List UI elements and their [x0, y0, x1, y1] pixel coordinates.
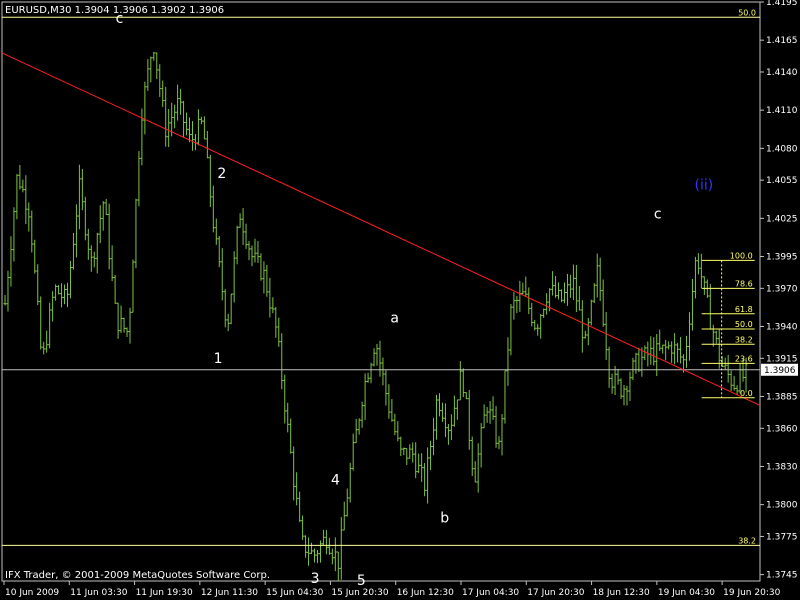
y-tick-label: 1.4025 — [766, 214, 798, 224]
x-tick-label: 15 Jun 20:30 — [331, 588, 388, 598]
x-tick-label: 19 Jun 20:30 — [723, 588, 780, 598]
y-tick-label: 1.3830 — [766, 462, 798, 472]
fib-retracement-label: 38.2 — [735, 335, 753, 344]
y-tick-label: 1.4055 — [766, 176, 798, 186]
wave-label: (ii) — [695, 177, 714, 193]
fib-level-label: 50.0 — [738, 8, 756, 17]
copyright-text: IFX Trader, © 2001-2009 MetaQuotes Softw… — [5, 570, 270, 581]
y-tick-label: 1.3885 — [766, 392, 798, 402]
y-tick-label: 1.3745 — [766, 571, 798, 581]
fib-level-label: 38.2 — [738, 536, 756, 545]
y-tick-label: 1.3860 — [766, 424, 798, 434]
fib-retracement-label: 23.6 — [735, 354, 753, 363]
y-tick-label: 1.4080 — [766, 144, 798, 154]
wave-label: 1 — [214, 351, 223, 367]
fib-retracement-label: 50.0 — [735, 320, 753, 329]
y-tick-label: 1.3970 — [766, 284, 798, 294]
x-tick-label: 12 Jun 11:30 — [201, 588, 258, 598]
wave-label: 3 — [311, 571, 320, 587]
y-tick-label: 1.3995 — [766, 253, 798, 263]
x-tick-label: 18 Jun 12:30 — [593, 588, 650, 598]
x-tick-label: 11 Jun 19:30 — [136, 588, 193, 598]
x-tick-label: 17 Jun 20:30 — [527, 588, 584, 598]
x-tick-label: 16 Jun 12:30 — [397, 588, 454, 598]
wave-label: 5 — [357, 573, 366, 589]
current-price-label: 1.3906 — [764, 366, 796, 376]
fib-retracement-label: 61.8 — [735, 305, 753, 314]
y-tick-label: 1.3775 — [766, 532, 798, 542]
y-tick-label: 1.4195 — [766, 0, 798, 8]
price-chart[interactable]: 1.4195 1.4165 1.4140 1.4110 1.4080 1.4055 1.40… — [0, 0, 800, 600]
x-tick-label: 11 Jun 03:30 — [70, 588, 127, 598]
chart-header: EURUSD,M30 1.3904 1.3906 1.3902 1.3906 — [5, 5, 224, 16]
wave-label: a — [390, 311, 399, 327]
y-tick-label: 1.4165 — [766, 36, 798, 46]
wave-label: 2 — [217, 166, 226, 182]
wave-label: 4 — [331, 473, 340, 489]
fib-retracement-label: 78.6 — [735, 279, 753, 288]
y-tick-label: 1.3940 — [766, 322, 798, 332]
y-tick-label: 1.3800 — [766, 501, 798, 511]
x-tick-label: 19 Jun 04:30 — [658, 588, 715, 598]
fib-retracement-label: 100.0 — [730, 251, 753, 260]
chart-background — [0, 0, 800, 600]
y-tick-label: 1.3915 — [766, 354, 798, 364]
x-tick-label: 15 Jun 04:30 — [266, 588, 323, 598]
x-tick-label: 10 Jun 2009 — [5, 588, 59, 598]
x-tick-label: 17 Jun 04:30 — [462, 588, 519, 598]
y-tick-label: 1.4140 — [766, 68, 798, 78]
wave-label: c — [654, 206, 662, 222]
fib-retracement-label: 0.0 — [740, 389, 753, 398]
y-tick-label: 1.4110 — [766, 106, 798, 116]
wave-label: b — [440, 510, 449, 526]
